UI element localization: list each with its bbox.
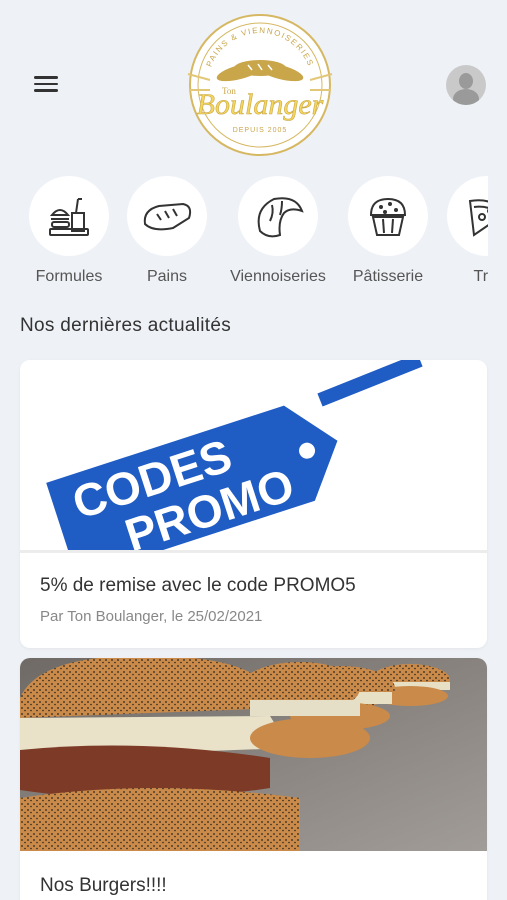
category-label: Formules bbox=[35, 268, 103, 285]
news-card[interactable]: CODES PROMO 5% de remise avec le code PR… bbox=[20, 360, 487, 648]
bread-icon bbox=[143, 202, 192, 231]
category-patisserie[interactable]: Pâtisserie bbox=[338, 176, 438, 286]
app-header: PAINS & VIENNOISERIES Ton Boulanger DEPU… bbox=[0, 0, 507, 165]
category-label: Pains bbox=[146, 268, 188, 285]
category-label: Pâtisserie bbox=[352, 268, 424, 285]
news-title: Nos Burgers!!!! bbox=[40, 875, 167, 896]
brand-logo: PAINS & VIENNOISERIES Ton Boulanger DEPU… bbox=[170, 10, 350, 160]
logo-since-text: DEPUIS 2005 bbox=[233, 127, 288, 134]
cupcake-icon bbox=[369, 197, 407, 236]
croissant-icon bbox=[257, 197, 304, 238]
logo-brand-text: Boulanger bbox=[197, 88, 324, 121]
category-formules[interactable]: Formules bbox=[19, 176, 119, 286]
fast-food-icon bbox=[49, 198, 89, 236]
burgers-image bbox=[20, 658, 487, 851]
news-section-title: Nos dernières actualités bbox=[20, 315, 232, 336]
news-card[interactable]: Nos Burgers!!!! bbox=[20, 658, 487, 900]
category-pains[interactable]: Pains bbox=[117, 176, 217, 286]
pizza-slice-icon bbox=[468, 199, 488, 237]
category-label: Viennoiseries bbox=[230, 268, 326, 285]
hamburger-menu-icon[interactable] bbox=[34, 72, 66, 100]
category-viennoiseries[interactable]: Viennoiseries bbox=[228, 176, 328, 286]
news-title: 5% de remise avec le code PROMO5 bbox=[40, 575, 356, 596]
user-avatar[interactable] bbox=[446, 65, 486, 105]
category-label: Trai bbox=[473, 268, 488, 285]
promo-image: CODES PROMO bbox=[20, 360, 487, 553]
category-carousel[interactable]: Formules Pains Viennoiseries Pâtisserie … bbox=[0, 176, 488, 296]
category-traiteur[interactable]: Trai bbox=[437, 176, 488, 286]
news-meta: Par Ton Boulanger, le 25/02/2021 bbox=[40, 608, 263, 625]
